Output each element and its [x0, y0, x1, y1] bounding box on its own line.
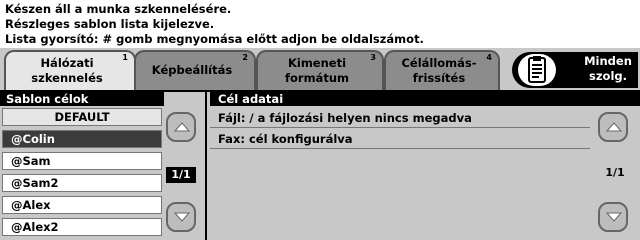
tab-output-format[interactable]: Kimeneti formátum 3	[256, 50, 384, 90]
tab-label: Kimeneti formátum	[285, 56, 349, 85]
tab-image-settings[interactable]: Képbeállítás 2	[134, 50, 256, 90]
tab-number: 1	[122, 53, 128, 62]
template-item-default[interactable]: DEFAULT	[2, 108, 162, 126]
details-page-indicator: 1/1	[605, 166, 625, 179]
template-scroll-down-button[interactable]	[166, 202, 196, 232]
details-scroll-down-button[interactable]	[598, 202, 628, 232]
tab-number: 2	[242, 53, 248, 62]
all-services-button[interactable]: Minden szolg.	[512, 52, 638, 88]
tab-network-scan[interactable]: Hálózati szkennelés 1	[4, 50, 136, 92]
clipboard-icon	[518, 54, 556, 86]
template-item-sam[interactable]: @Sam	[2, 152, 162, 170]
details-file-line: Fájl: / a fájlozási helyen nincs megadva	[210, 108, 590, 128]
all-services-label: Minden szolg.	[584, 54, 632, 83]
down-arrow-icon	[606, 212, 622, 222]
template-item-alex[interactable]: @Alex	[2, 196, 162, 214]
tab-destination-refresh[interactable]: Célállomás- frissítés 4	[384, 50, 500, 90]
template-item-alex2[interactable]: @Alex2	[2, 218, 162, 236]
status-line-2: Részleges sablon lista kijelezve.	[5, 17, 215, 31]
tab-number: 3	[370, 53, 376, 62]
tab-label: Hálózati szkennelés	[31, 56, 103, 85]
tab-label: Célállomás- frissítés	[401, 56, 477, 85]
template-page-indicator: 1/1	[166, 167, 196, 183]
status-message-area: Készen áll a munka szkennelésére. Részle…	[0, 0, 640, 48]
template-scroll-up-button[interactable]	[166, 112, 196, 142]
down-arrow-icon	[174, 212, 190, 222]
details-fax-line: Fax: cél konfigurálva	[210, 129, 590, 149]
tab-label: Képbeállítás	[151, 63, 233, 77]
template-item-colin[interactable]: @Colin	[2, 130, 162, 148]
up-arrow-icon	[174, 122, 190, 132]
details-header: Cél adatai	[210, 92, 640, 106]
status-line-1: Készen áll a munka szkennelésére.	[5, 2, 232, 16]
template-item-sam2[interactable]: @Sam2	[2, 174, 162, 192]
status-line-3: Lista gyorsító: # gomb megnyomása előtt …	[5, 32, 424, 46]
details-scroll-up-button[interactable]	[598, 112, 628, 142]
tab-number: 4	[486, 53, 492, 62]
templates-header: Sablon célok	[0, 92, 164, 106]
panel-divider	[205, 92, 207, 240]
up-arrow-icon	[606, 122, 622, 132]
